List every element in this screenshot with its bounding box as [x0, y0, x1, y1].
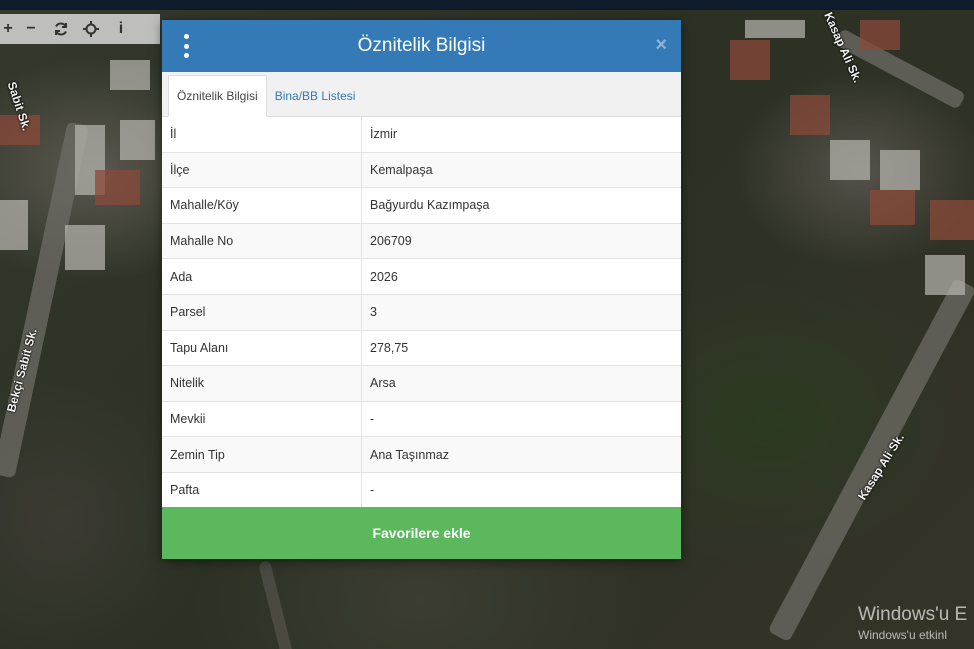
building — [730, 40, 770, 80]
attribute-value: Ana Taşınmaz — [361, 436, 681, 473]
table-row: Mahalle/Köy Bağyurdu Kazımpaşa — [162, 187, 681, 224]
table-row: Tapu Alanı 278,75 — [162, 330, 681, 367]
attribute-key: Ada — [162, 258, 362, 295]
activation-title: Windows'u E — [858, 604, 968, 625]
building — [880, 150, 920, 190]
table-row: Parsel 3 — [162, 294, 681, 331]
table-row: Ada 2026 — [162, 258, 681, 295]
crosshair-icon — [83, 21, 99, 37]
building — [930, 200, 974, 240]
dialog-header: Öznitelik Bilgisi × — [162, 20, 681, 72]
attribute-key: Mahalle No — [162, 223, 362, 260]
attribute-key: Parsel — [162, 294, 362, 331]
tab-building-list[interactable]: Bina/BB Listesi — [267, 76, 364, 116]
attribute-value: Kemalpaşa — [361, 152, 681, 189]
attribute-value: İzmir — [361, 117, 681, 153]
road — [767, 277, 974, 643]
building — [65, 225, 105, 270]
locate-button[interactable] — [76, 14, 106, 44]
attribute-value: Bağyurdu Kazımpaşa — [361, 187, 681, 224]
attribute-table: İl İzmir İlçe Kemalpaşa Mahalle/Köy Bağyurdu … — [162, 117, 681, 509]
building — [860, 20, 900, 50]
table-row: Mevkii - — [162, 401, 681, 438]
attribute-value: 3 — [361, 294, 681, 331]
building — [830, 140, 870, 180]
add-to-favorites-button[interactable]: Favorilere ekle — [162, 507, 681, 559]
attribute-key: İl — [162, 117, 362, 153]
dialog-title: Öznitelik Bilgisi — [357, 35, 486, 56]
attribute-value: 278,75 — [361, 330, 681, 367]
building — [95, 170, 140, 205]
building — [925, 255, 965, 295]
building — [745, 20, 805, 38]
building — [120, 120, 155, 160]
map-toolbar: + − i — [0, 14, 160, 44]
table-row: Mahalle No 206709 — [162, 223, 681, 260]
attribute-key: Pafta — [162, 472, 362, 509]
attribute-key: Mevkii — [162, 401, 362, 438]
attribute-key: Tapu Alanı — [162, 330, 362, 367]
refresh-icon — [55, 22, 67, 36]
attribute-value: Arsa — [361, 365, 681, 402]
attribute-value: 2026 — [361, 258, 681, 295]
attribute-key: İlçe — [162, 152, 362, 189]
tab-bar: Öznitelik Bilgisi Bina/BB Listesi — [162, 72, 681, 117]
top-bar — [0, 0, 974, 10]
building — [790, 95, 830, 135]
building — [0, 200, 28, 250]
info-button[interactable]: i — [106, 14, 136, 44]
close-icon[interactable]: × — [655, 34, 667, 56]
attribute-info-dialog: Öznitelik Bilgisi × Öznitelik Bilgisi Bi… — [162, 20, 681, 559]
activation-subtitle: Windows'u etkinl — [858, 628, 947, 642]
table-row: İlçe Kemalpaşa — [162, 152, 681, 189]
road — [258, 560, 294, 649]
zoom-in-button[interactable]: + — [0, 14, 16, 44]
attribute-key: Nitelik — [162, 365, 362, 402]
building — [110, 60, 150, 90]
attribute-value: - — [361, 401, 681, 438]
building — [870, 190, 915, 225]
table-row: Nitelik Arsa — [162, 365, 681, 402]
zoom-out-button[interactable]: − — [16, 14, 46, 44]
tab-attribute-info[interactable]: Öznitelik Bilgisi — [168, 75, 267, 117]
refresh-button[interactable] — [46, 14, 76, 44]
windows-activation-notice: Windows'u E Windows'u etkinl — [858, 604, 967, 642]
attribute-key: Mahalle/Köy — [162, 187, 362, 224]
attribute-value: - — [361, 472, 681, 509]
attribute-value: 206709 — [361, 223, 681, 260]
table-row: İl İzmir — [162, 117, 681, 153]
attribute-key: Zemin Tip — [162, 436, 362, 473]
table-row: Zemin Tip Ana Taşınmaz — [162, 436, 681, 473]
table-row: Pafta - — [162, 472, 681, 509]
kebab-menu-icon[interactable] — [178, 34, 194, 58]
